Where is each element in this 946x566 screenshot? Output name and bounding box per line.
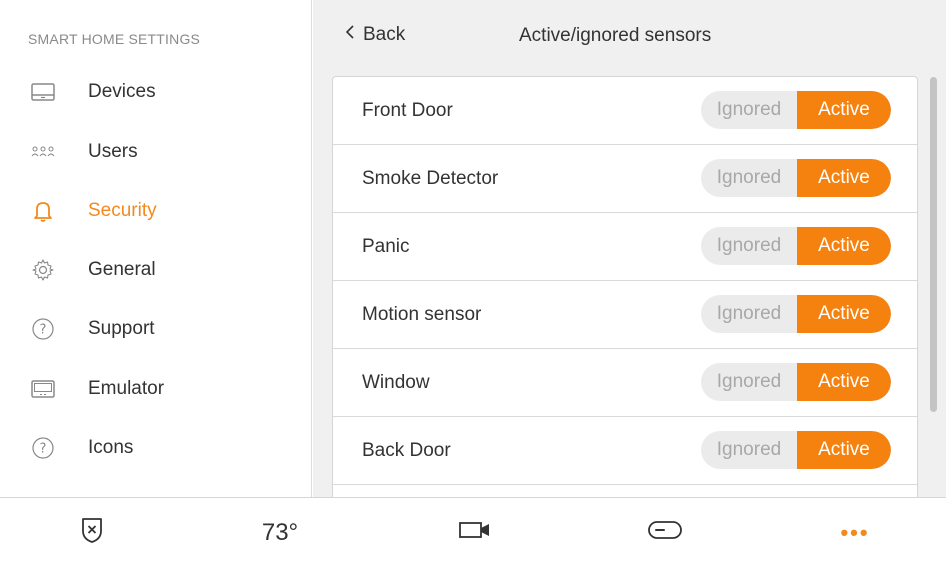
active-ignored-toggle: Ignored Active [701, 159, 891, 197]
sensor-name: Front Door [362, 99, 453, 121]
active-ignored-toggle: Ignored Active [701, 91, 891, 129]
ignored-option[interactable]: Ignored [701, 159, 797, 197]
active-option[interactable]: Active [797, 363, 891, 401]
bottom-bar: 73° ••• [0, 497, 946, 566]
sidebar: SMART HOME SETTINGS Devices Users Securi… [0, 0, 312, 497]
sensor-name: Smoke Detector [362, 167, 499, 189]
sidebar-item-label: Devices [88, 81, 156, 102]
gear-icon [28, 258, 58, 282]
sidebar-item-general[interactable]: General [0, 245, 311, 295]
active-ignored-toggle: Ignored Active [701, 431, 891, 469]
thermostat-button[interactable]: 73° [250, 498, 310, 566]
list-item: Smoke Detector Ignored Active [333, 145, 917, 213]
back-label: Back [363, 24, 406, 45]
question-icon: ? [28, 317, 58, 341]
sidebar-item-label: Icons [88, 437, 134, 458]
ignored-option[interactable]: Ignored [701, 431, 797, 469]
sidebar-item-users[interactable]: Users [0, 127, 311, 177]
sidebar-item-label: Users [88, 141, 138, 162]
active-option[interactable]: Active [797, 431, 891, 469]
chevron-left-icon [345, 24, 355, 46]
temperature-value: 73° [261, 518, 299, 546]
bell-icon [28, 199, 58, 223]
sidebar-item-support[interactable]: ? Support [0, 304, 311, 354]
sidebar-heading: SMART HOME SETTINGS [28, 31, 201, 47]
switch-button[interactable] [645, 498, 685, 566]
list-item: Back Door Ignored Active [333, 417, 917, 485]
shield-x-icon [80, 516, 104, 549]
active-option[interactable]: Active [797, 159, 891, 197]
sidebar-item-label: Security [88, 200, 157, 221]
active-option[interactable]: Active [797, 91, 891, 129]
toggle-icon [648, 520, 682, 545]
security-status-button[interactable] [72, 498, 112, 566]
active-option[interactable]: Active [797, 295, 891, 333]
main-panel: Back Active/ignored sensors Front Door I… [313, 0, 946, 497]
sensor-name: Window [362, 371, 430, 393]
screen-icon [28, 377, 58, 401]
page-title: Active/ignored sensors [519, 25, 712, 46]
sidebar-item-label: Emulator [88, 378, 165, 399]
sidebar-item-emulator[interactable]: Emulator [0, 364, 311, 414]
camera-icon [459, 521, 491, 544]
sidebar-item-security[interactable]: Security [0, 186, 311, 236]
monitor-icon [28, 80, 58, 104]
svg-text:?: ? [40, 442, 47, 457]
ignored-option[interactable]: Ignored [701, 227, 797, 265]
more-icon: ••• [840, 519, 870, 545]
svg-text:?: ? [40, 323, 47, 338]
sensor-name: Back Door [362, 439, 451, 461]
sensor-name: Panic [362, 235, 410, 257]
list-item: Motion sensor Ignored Active [333, 281, 917, 349]
sidebar-item-label: General [88, 259, 156, 280]
sidebar-item-label: Support [88, 318, 155, 339]
ignored-option[interactable]: Ignored [701, 363, 797, 401]
active-ignored-toggle: Ignored Active [701, 363, 891, 401]
ignored-option[interactable]: Ignored [701, 91, 797, 129]
list-item [333, 485, 917, 497]
list-item: Front Door Ignored Active [333, 77, 917, 145]
question-icon: ? [28, 436, 58, 460]
sidebar-item-icons[interactable]: ? Icons [0, 423, 311, 473]
camera-button[interactable] [455, 498, 495, 566]
scrollbar[interactable] [930, 77, 937, 412]
sidebar-item-devices[interactable]: Devices [0, 67, 311, 117]
users-icon [28, 140, 58, 164]
more-button[interactable]: ••• [830, 498, 880, 566]
back-button[interactable]: Back [345, 24, 405, 46]
sensor-name: Motion sensor [362, 303, 482, 325]
sensor-list: Front Door Ignored Active Smoke Detector… [332, 76, 918, 497]
active-ignored-toggle: Ignored Active [701, 295, 891, 333]
active-ignored-toggle: Ignored Active [701, 227, 891, 265]
active-option[interactable]: Active [797, 227, 891, 265]
list-item: Panic Ignored Active [333, 213, 917, 281]
list-item: Window Ignored Active [333, 349, 917, 417]
ignored-option[interactable]: Ignored [701, 295, 797, 333]
